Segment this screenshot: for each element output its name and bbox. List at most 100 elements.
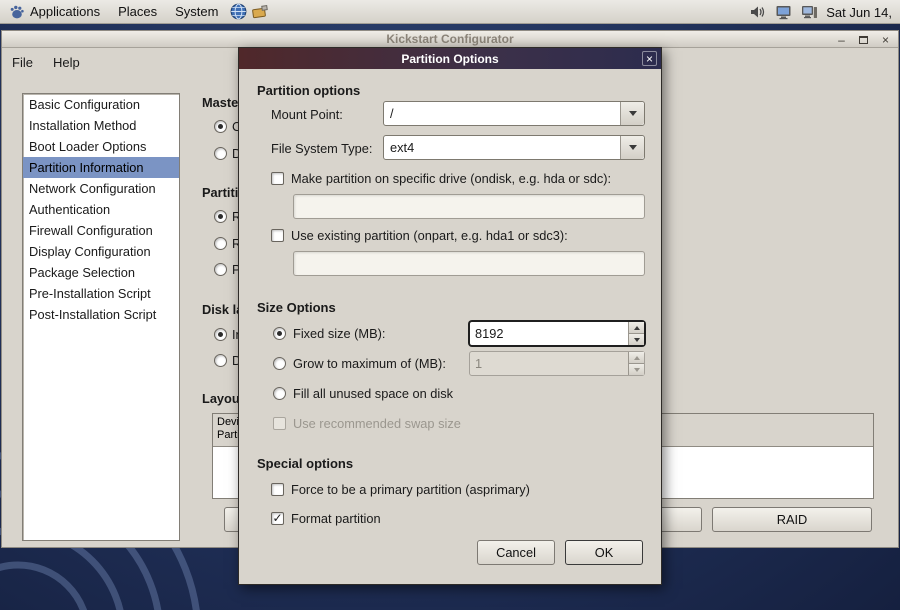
main-window-title: Kickstart Configurator	[386, 32, 513, 46]
file-menu[interactable]: File	[2, 51, 43, 74]
chevron-up-icon	[634, 326, 640, 330]
grow-max-label: Grow to maximum of (MB):	[293, 356, 446, 371]
grow-max-spin-buttons	[628, 352, 644, 375]
partition-radio-1[interactable]	[214, 210, 227, 223]
system-tray: Sat Jun 14,	[744, 0, 900, 24]
sidebar-item-boot-loader-options[interactable]: Boot Loader Options	[23, 136, 179, 157]
fill-all-label: Fill all unused space on disk	[293, 386, 453, 401]
applications-menu-icon	[9, 4, 25, 20]
globe-icon	[230, 3, 247, 20]
asprimary-label: Force to be a primary partition (asprima…	[291, 482, 530, 497]
chevron-down-icon	[629, 145, 637, 150]
package-icon	[251, 4, 269, 20]
maximize-button[interactable]	[857, 33, 870, 46]
system-menu[interactable]: System	[166, 0, 227, 24]
clock[interactable]: Sat Jun 14,	[822, 5, 900, 20]
display-icon	[775, 4, 792, 20]
asprimary-checkbox[interactable]	[271, 483, 284, 496]
sidebar-item-authentication[interactable]: Authentication	[23, 199, 179, 220]
computer-status[interactable]	[796, 0, 822, 24]
disk-radio-2[interactable]	[214, 354, 227, 367]
chevron-up-icon	[634, 356, 640, 360]
sidebar-item-firewall-configuration[interactable]: Firewall Configuration	[23, 220, 179, 241]
mount-point-dropdown-button[interactable]	[620, 102, 644, 125]
top-panel: Applications Places System	[0, 0, 900, 24]
dialog-titlebar[interactable]: Partition Options ×	[239, 48, 661, 69]
help-menu[interactable]: Help	[43, 51, 90, 74]
spin-up-button	[629, 352, 644, 364]
sidebar-item-post-installation-script[interactable]: Post-Installation Script	[23, 304, 179, 325]
special-options-section-label: Special options	[257, 456, 353, 471]
close-icon: ×	[882, 34, 889, 46]
grow-max-spinbox	[469, 351, 645, 376]
chevron-down-icon	[634, 368, 640, 372]
grow-max-input	[470, 352, 628, 375]
applications-menu[interactable]: Applications	[0, 0, 109, 24]
volume-control[interactable]	[744, 0, 770, 24]
partition-radio-3[interactable]	[214, 263, 227, 276]
main-window-titlebar[interactable]: Kickstart Configurator – ×	[2, 31, 898, 48]
onpart-checkbox[interactable]	[271, 229, 284, 242]
partition-options-section-label: Partition options	[257, 83, 360, 98]
ok-button[interactable]: OK	[565, 540, 643, 565]
onpart-label: Use existing partition (onpart, e.g. hda…	[291, 228, 568, 243]
format-label: Format partition	[291, 511, 381, 526]
fixed-size-radio[interactable]	[273, 327, 286, 340]
chevron-down-icon	[629, 111, 637, 116]
fixed-size-label: Fixed size (MB):	[293, 326, 385, 341]
ondisk-label: Make partition on specific drive (ondisk…	[291, 171, 611, 186]
raid-button[interactable]: RAID	[712, 507, 872, 532]
dialog-title: Partition Options	[401, 52, 498, 66]
fill-all-radio[interactable]	[273, 387, 286, 400]
chevron-down-icon	[634, 338, 640, 342]
sidebar-item-pre-installation-script[interactable]: Pre-Installation Script	[23, 283, 179, 304]
fs-type-combo[interactable]: ext4	[383, 135, 645, 160]
partitions-section-label: Partiti	[202, 185, 238, 200]
places-menu[interactable]: Places	[109, 0, 166, 24]
window-controls: – ×	[835, 31, 892, 48]
minimize-button[interactable]: –	[835, 33, 848, 46]
cancel-button[interactable]: Cancel	[477, 540, 555, 565]
mount-point-combo[interactable]: /	[383, 101, 645, 126]
disk-radio-1[interactable]	[214, 328, 227, 341]
sidebar-item-package-selection[interactable]: Package Selection	[23, 262, 179, 283]
check-icon: ✓	[272, 512, 282, 524]
fs-type-dropdown-button[interactable]	[620, 136, 644, 159]
fixed-size-spin-buttons	[628, 322, 644, 345]
volume-icon	[749, 4, 765, 20]
spin-up-button[interactable]	[629, 322, 644, 334]
partition-radio-2[interactable]	[214, 237, 227, 250]
onpart-entry[interactable]	[293, 251, 645, 276]
master-radio-2[interactable]	[214, 147, 227, 160]
sidebar-item-installation-method[interactable]: Installation Method	[23, 115, 179, 136]
places-menu-label: Places	[118, 4, 157, 19]
master-radio-1[interactable]	[214, 120, 227, 133]
mount-point-label: Mount Point:	[271, 107, 343, 122]
ondisk-checkbox[interactable]	[271, 172, 284, 185]
sidebar-item-basic-configuration[interactable]: Basic Configuration	[23, 94, 179, 115]
fs-type-label: File System Type:	[271, 141, 372, 156]
system-menu-label: System	[175, 4, 218, 19]
close-button[interactable]: ×	[879, 33, 892, 46]
spin-down-button[interactable]	[629, 334, 644, 345]
spin-down-button	[629, 364, 644, 375]
mount-point-value: /	[384, 106, 620, 121]
dialog-close-button[interactable]: ×	[642, 51, 657, 66]
display-settings[interactable]	[770, 0, 796, 24]
sidebar-item-display-configuration[interactable]: Display Configuration	[23, 241, 179, 262]
computer-icon	[801, 4, 818, 20]
grow-max-radio[interactable]	[273, 357, 286, 370]
fixed-size-input[interactable]	[470, 322, 628, 345]
applications-menu-label: Applications	[30, 4, 100, 19]
minimize-icon: –	[838, 34, 845, 46]
ondisk-entry[interactable]	[293, 194, 645, 219]
browser-launcher[interactable]	[227, 0, 249, 24]
sidebar-item-partition-information[interactable]: Partition Information	[23, 157, 179, 178]
fixed-size-spinbox[interactable]	[469, 321, 645, 346]
sidebar-item-network-configuration[interactable]: Network Configuration	[23, 178, 179, 199]
size-options-section-label: Size Options	[257, 300, 336, 315]
swap-label: Use recommended swap size	[293, 416, 461, 431]
close-icon: ×	[646, 52, 653, 66]
tool-launcher[interactable]	[249, 0, 271, 24]
format-checkbox[interactable]: ✓	[271, 512, 284, 525]
